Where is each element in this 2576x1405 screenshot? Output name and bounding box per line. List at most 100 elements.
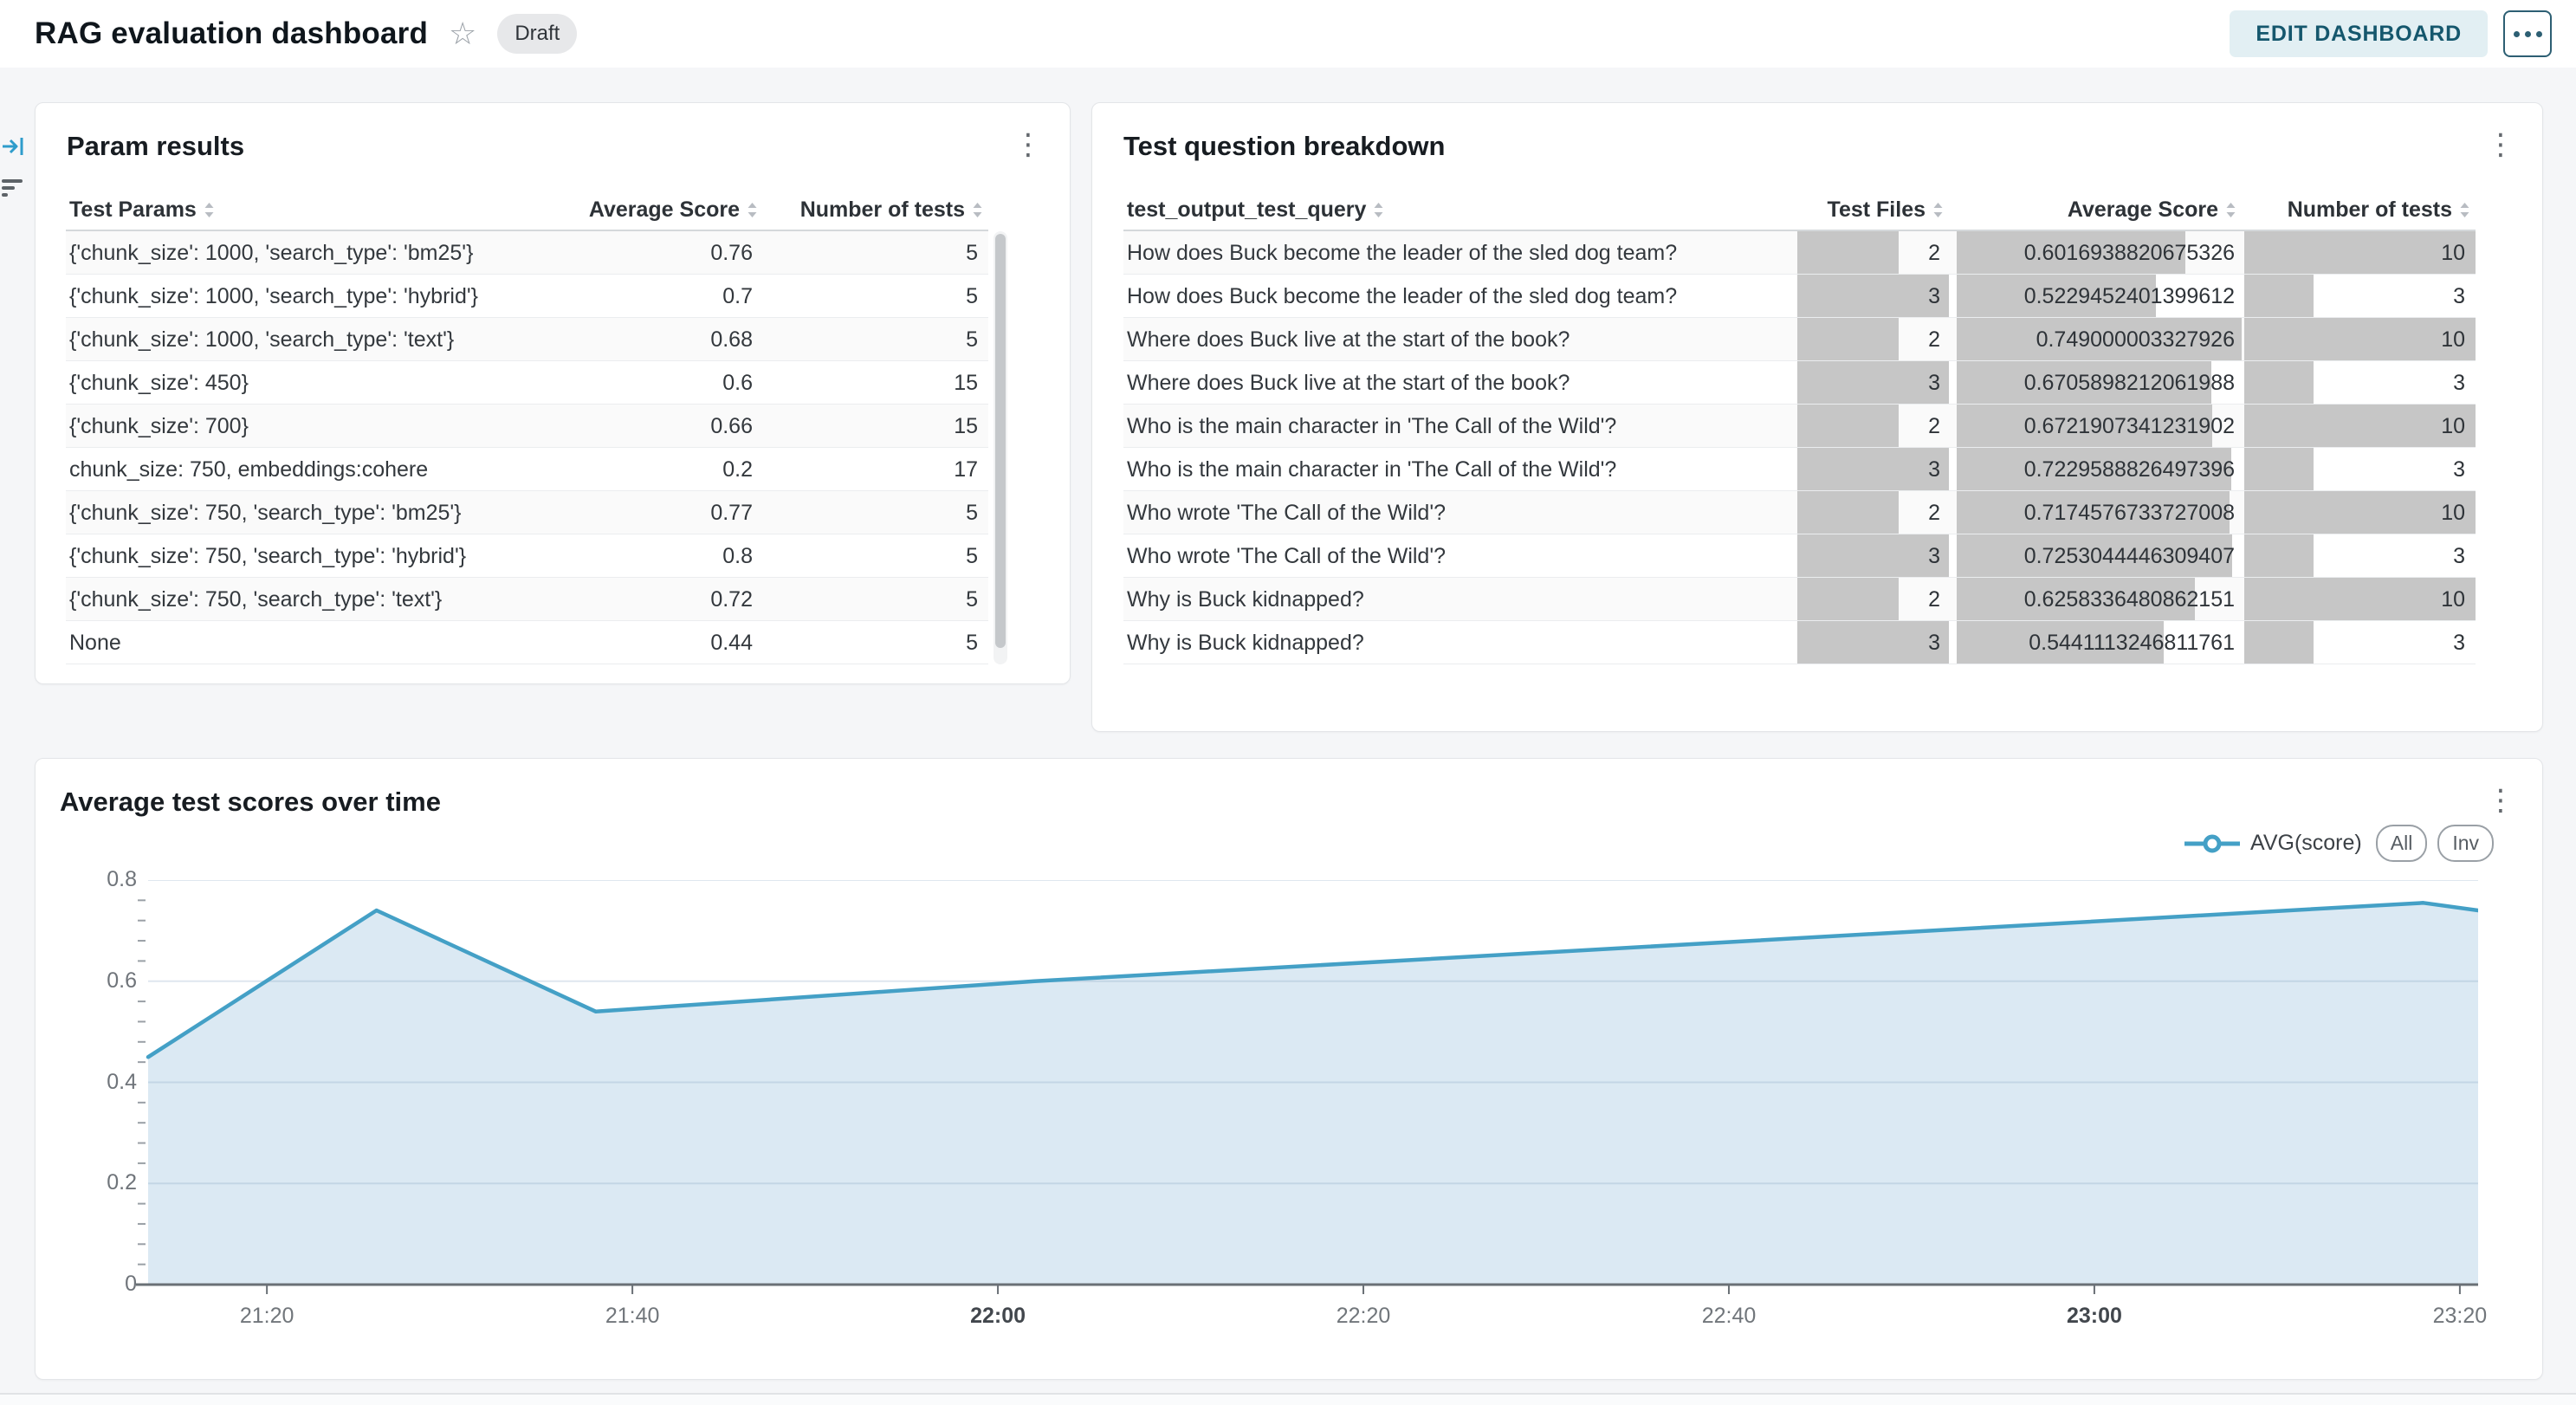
num-tests-cell: 10: [2244, 491, 2476, 534]
sort-icon: [972, 201, 983, 219]
num-tests-cell: 10: [2244, 405, 2476, 447]
param-cell: {'chunk_size': 1000, 'search_type': 'tex…: [66, 318, 516, 360]
param-col-header-2[interactable]: Number of tests: [763, 190, 988, 230]
favorite-star-icon[interactable]: ☆: [449, 18, 476, 49]
param-results-rows: {'chunk_size': 1000, 'search_type': 'bm2…: [66, 231, 988, 664]
column-spacer: [1949, 491, 1957, 534]
cell-value: 3: [1797, 534, 1949, 578]
param-results-table-header: Test Params Average Score Number of tests: [66, 190, 988, 231]
cell-value: 2: [1797, 491, 1949, 534]
avg-score-cell: 0.76: [516, 231, 763, 274]
column-spacer: [1949, 578, 1957, 620]
breakdown-col-header-3[interactable]: Number of tests: [2244, 190, 2476, 230]
param-cell: {'chunk_size': 700}: [66, 405, 516, 447]
legend-item-avg-score[interactable]: AVG(score): [2184, 831, 2362, 856]
cell-value: 3: [1797, 448, 1949, 491]
num-tests-cell: 10: [2244, 578, 2476, 620]
param-results-card: Param results Test ParamsAverage ScoreNu…: [35, 102, 1071, 684]
table-row: {'chunk_size': 750, 'search_type': 'hybr…: [66, 534, 988, 578]
table-row: chunk_size: 750, embeddings:cohere0.217: [66, 448, 988, 491]
breakdown-kebab-icon[interactable]: [2485, 126, 2516, 164]
test-files-cell: 2: [1797, 405, 1949, 447]
y-axis-label: 0.6: [36, 968, 137, 994]
param-cell: {'chunk_size': 1000, 'search_type': 'hyb…: [66, 275, 516, 317]
cell-value: 0.6705898212061988: [1957, 361, 2242, 405]
num-tests-cell: 3: [2244, 621, 2476, 664]
sort-icon: [2225, 201, 2236, 219]
status-badge: Draft: [497, 14, 577, 54]
expand-panel-icon[interactable]: [2, 135, 24, 158]
chart-kebab-icon[interactable]: [2485, 781, 2516, 819]
breakdown-col-header-1[interactable]: Test Files: [1797, 190, 1949, 230]
cell-value: 10: [2244, 231, 2476, 275]
query-cell: Who is the main character in 'The Call o…: [1123, 448, 1797, 490]
cell-value: 3: [2244, 621, 2476, 664]
cell-value: 3: [1797, 275, 1949, 318]
num-tests-cell: 3: [2244, 361, 2476, 404]
x-axis-label: 22:00: [933, 1304, 1063, 1329]
cell-value: 0.5441113246811761: [1957, 621, 2242, 664]
test-files-cell: 3: [1797, 361, 1949, 404]
test-files-cell: 2: [1797, 231, 1949, 274]
top-bar: RAG evaluation dashboard ☆ Draft EDIT DA…: [0, 0, 2576, 68]
test-files-cell: 2: [1797, 318, 1949, 360]
avg-score-cell: 0.7253044446309407: [1957, 534, 2242, 577]
avg-score-cell: 0.6258336480862151: [1957, 578, 2242, 620]
num-tests-cell: 10: [2244, 231, 2476, 274]
num-tests-cell: 15: [763, 361, 988, 404]
cell-value: 10: [2244, 491, 2476, 534]
param-results-scrollbar-thumb[interactable]: [995, 234, 1006, 648]
page-title: RAG evaluation dashboard: [35, 16, 428, 51]
filter-icon[interactable]: [2, 177, 24, 199]
table-row: Who wrote 'The Call of the Wild'?30.7253…: [1123, 534, 2476, 578]
query-cell: Where does Buck live at the start of the…: [1123, 318, 1797, 360]
table-row: {'chunk_size': 450}0.615: [66, 361, 988, 405]
x-axis-label: 22:20: [1298, 1304, 1428, 1329]
breakdown-table-header: test_output_test_query Test Files Average …: [1123, 190, 2476, 231]
table-row: Why is Buck kidnapped?30.544111324681176…: [1123, 621, 2476, 664]
avg-score-cell: 0.5441113246811761: [1957, 621, 2242, 664]
legend-inv-button[interactable]: Inv: [2437, 825, 2494, 862]
query-cell: Who wrote 'The Call of the Wild'?: [1123, 534, 1797, 577]
table-row: {'chunk_size': 1000, 'search_type': 'bm2…: [66, 231, 988, 275]
cell-value: 2: [1797, 231, 1949, 275]
avg-score-cell: 0.7229588826497396: [1957, 448, 2242, 490]
test-files-cell: 3: [1797, 275, 1949, 317]
avg-score-cell: 0.72: [516, 578, 763, 620]
cell-value: 0.6258336480862151: [1957, 578, 2242, 621]
breakdown-col-header-2[interactable]: Average Score: [1957, 190, 2242, 230]
cell-value: 3: [2244, 534, 2476, 578]
table-row: How does Buck become the leader of the s…: [1123, 231, 2476, 275]
sort-icon: [2459, 201, 2470, 219]
cell-value: 2: [1797, 318, 1949, 361]
avg-score-cell: 0.6721907341231902: [1957, 405, 2242, 447]
legend-all-button[interactable]: All: [2376, 825, 2428, 862]
breakdown-card: Test question breakdown test_output_test…: [1091, 102, 2543, 732]
param-cell: {'chunk_size': 750, 'search_type': 'hybr…: [66, 534, 516, 577]
table-row: Where does Buck live at the start of the…: [1123, 361, 2476, 405]
column-spacer: [1949, 231, 1957, 274]
overflow-menu-button[interactable]: [2503, 10, 2552, 57]
column-spacer: [1949, 318, 1957, 360]
column-header-label: Test Params: [69, 190, 197, 230]
column-header-label: Average Score: [2068, 190, 2218, 230]
param-col-header-0[interactable]: Test Params: [66, 190, 516, 230]
param-results-kebab-icon[interactable]: [1013, 126, 1044, 164]
chart-title: Average test scores over time: [60, 787, 2542, 818]
avg-score-cell: 0.68: [516, 318, 763, 360]
edit-dashboard-button[interactable]: EDIT DASHBOARD: [2230, 10, 2488, 57]
column-header-label: test_output_test_query: [1127, 190, 1366, 230]
avg-score-cell: 0.2: [516, 448, 763, 490]
cell-value: 3: [2244, 275, 2476, 318]
table-row: Why is Buck kidnapped?20.625833648086215…: [1123, 578, 2476, 621]
test-files-cell: 2: [1797, 578, 1949, 620]
param-col-header-1[interactable]: Average Score: [516, 190, 763, 230]
chart-svg: [136, 880, 2478, 1310]
num-tests-cell: 17: [763, 448, 988, 490]
cell-value: 10: [2244, 318, 2476, 361]
query-cell: Where does Buck live at the start of the…: [1123, 361, 1797, 404]
breakdown-title: Test question breakdown: [1123, 131, 2542, 162]
table-row: Who is the main character in 'The Call o…: [1123, 448, 2476, 491]
column-header-label: Number of tests: [800, 190, 965, 230]
breakdown-col-header-0[interactable]: test_output_test_query: [1123, 190, 1797, 230]
